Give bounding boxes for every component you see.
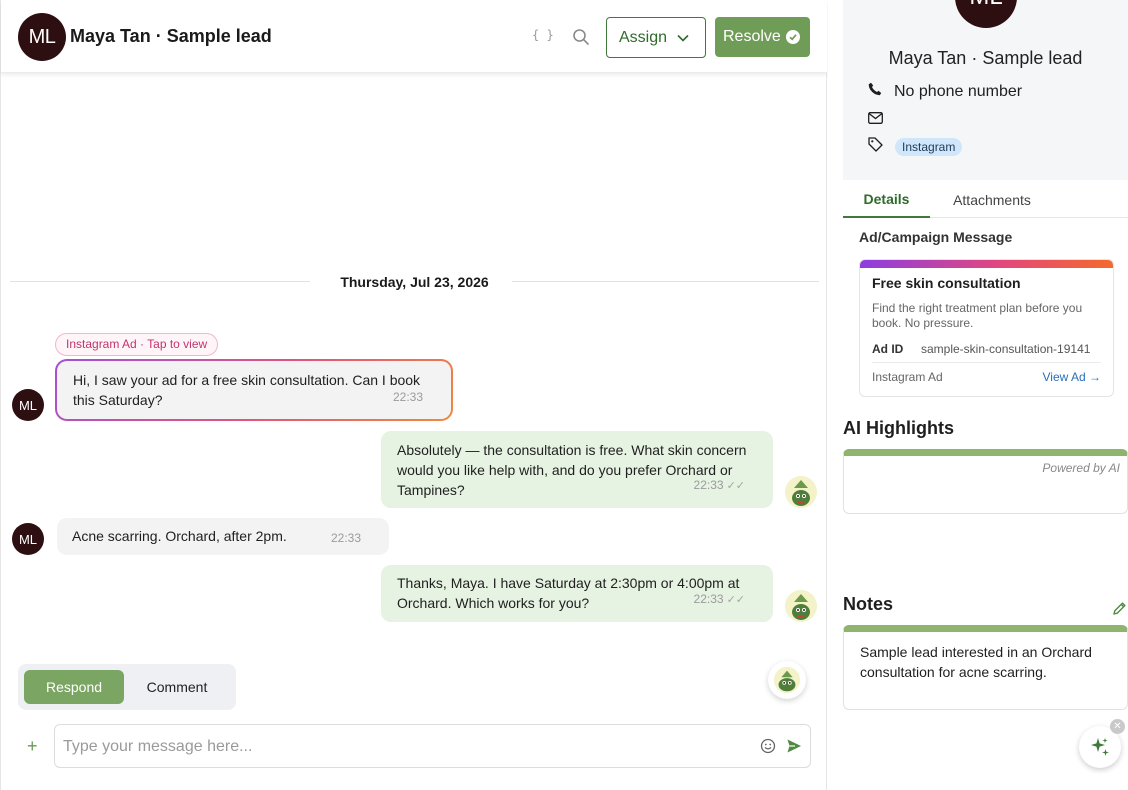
message-text: Thanks, Maya. I have Saturday at 2:30pm … xyxy=(397,575,740,611)
date-label: Thursday, Jul 23, 2026 xyxy=(10,274,819,290)
date-separator: Thursday, Jul 23, 2026 xyxy=(10,272,819,292)
message-time: 22:33 ✓✓ xyxy=(693,478,745,492)
chat-panel: ML Maya Tan · Sample lead { } Assign Res… xyxy=(0,0,827,790)
side-tabs: Details Attachments xyxy=(843,181,1128,218)
contact-message-avatar: ML xyxy=(12,523,44,555)
assign-button[interactable]: Assign xyxy=(606,17,706,58)
message-input[interactable] xyxy=(63,735,743,759)
phone-text: No phone number xyxy=(894,82,1023,100)
ad-referral-chip[interactable]: Instagram Ad · Tap to view xyxy=(55,333,219,356)
tag-chip-instagram[interactable]: Instagram xyxy=(895,138,963,156)
search-icon[interactable] xyxy=(572,28,590,46)
bot-avatar-icon xyxy=(785,476,817,508)
divider xyxy=(872,362,1101,363)
ai-highlights-title: AI Highlights xyxy=(843,418,954,438)
notes-title: Notes xyxy=(843,594,894,614)
bot-avatar-icon xyxy=(785,590,817,622)
tab-attachments[interactable]: Attachments xyxy=(947,181,1037,218)
emoji-icon[interactable] xyxy=(760,738,776,754)
comment-tab[interactable]: Comment xyxy=(130,670,224,704)
resolve-label: Resolve xyxy=(723,28,781,45)
read-receipt-icon: ✓✓ xyxy=(726,480,745,492)
read-receipt-icon: ✓✓ xyxy=(726,594,745,606)
attach-plus-button[interactable]: + xyxy=(27,736,38,757)
variables-icon[interactable]: { } xyxy=(532,28,554,42)
ad-id-label: Ad ID xyxy=(872,342,904,356)
phone-row: No phone number xyxy=(868,82,1022,101)
assign-label: Assign xyxy=(619,28,668,46)
powered-by-ai-label: Powered by AI xyxy=(1042,461,1120,475)
contact-name: Maya Tan · Sample lead xyxy=(888,48,1083,68)
email-row xyxy=(868,111,895,129)
contact-avatar[interactable]: ML xyxy=(18,13,66,61)
message-time: 22:33 xyxy=(392,390,423,404)
chat-header: ML Maya Tan · Sample lead { } Assign Res… xyxy=(1,0,827,73)
ad-id-value: sample-skin-consultation-19141 xyxy=(921,342,1091,356)
mail-icon xyxy=(868,111,883,129)
phone-icon xyxy=(868,82,882,101)
tab-details[interactable]: Details xyxy=(843,181,930,218)
ad-card-gradient-bar xyxy=(860,260,1113,268)
ai-assistant-button[interactable] xyxy=(768,661,806,699)
ad-title: Free skin consultation xyxy=(872,275,1021,291)
pencil-icon[interactable] xyxy=(1112,601,1127,616)
close-icon[interactable]: ✕ xyxy=(1110,719,1125,734)
check-circle-icon xyxy=(785,30,800,44)
message-bubble-outgoing[interactable]: Thanks, Maya. I have Saturday at 2:30pm … xyxy=(381,565,773,622)
reply-mode-toggle: Respond Comment xyxy=(18,664,236,710)
ad-description: Find the right treatment plan before you… xyxy=(872,301,1083,330)
tags-row: Instagram xyxy=(868,137,963,157)
notes-card[interactable]: Sample lead interested in an Orchard con… xyxy=(843,625,1128,710)
contact-card: ML Maya Tan · Sample lead No phone numbe… xyxy=(843,0,1128,180)
notes-text: Sample lead interested in an Orchard con… xyxy=(860,644,1092,680)
message-time: 22:33 ✓✓ xyxy=(693,592,745,606)
send-icon[interactable] xyxy=(786,738,802,754)
message-composer xyxy=(54,724,811,768)
message-bubble-outgoing[interactable]: Absolutely — the consultation is free. W… xyxy=(381,431,773,508)
view-ad-link[interactable]: View Ad → xyxy=(1043,370,1101,384)
contact-message-avatar: ML xyxy=(12,389,44,421)
message-time: 22:33 xyxy=(330,531,361,545)
ad-source: Instagram Ad xyxy=(872,370,943,384)
contact-side-panel: ML Maya Tan · Sample lead No phone numbe… xyxy=(828,0,1128,790)
message-text: Acne scarring. Orchard, after 2pm. xyxy=(72,528,287,544)
resolve-button[interactable]: Resolve xyxy=(715,17,810,57)
ad-campaign-section-title: Ad/Campaign Message xyxy=(859,229,1013,245)
conversation-title: Maya Tan · Sample lead xyxy=(70,26,272,46)
tag-icon xyxy=(868,137,883,157)
respond-tab[interactable]: Respond xyxy=(24,670,124,704)
message-text: Hi, I saw your ad for a free skin consul… xyxy=(73,372,421,408)
ai-highlights-card: Powered by AI xyxy=(843,449,1128,514)
message-bubble-incoming[interactable]: Acne scarring. Orchard, after 2pm. 22:33 xyxy=(57,518,389,555)
ad-campaign-card: Free skin consultation Find the right tr… xyxy=(859,259,1114,397)
message-bubble-incoming[interactable]: Hi, I saw your ad for a free skin consul… xyxy=(57,361,451,419)
chevron-down-icon xyxy=(677,29,689,47)
contact-avatar-large: ML xyxy=(955,0,1017,28)
